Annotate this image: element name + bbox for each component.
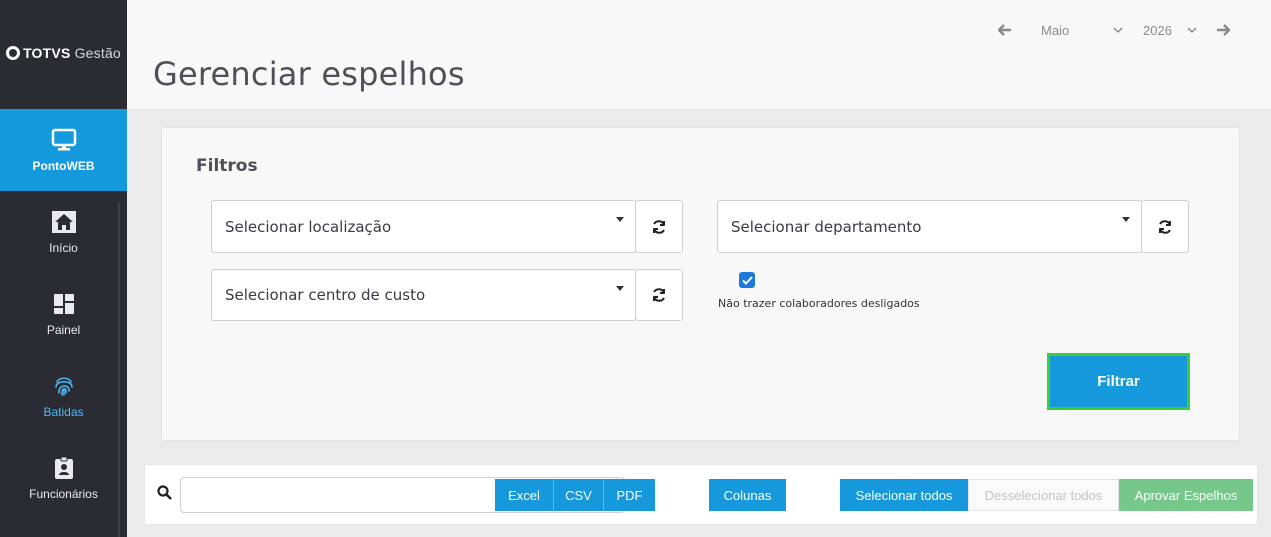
sidebar-item-painel[interactable]: Painel: [0, 273, 127, 355]
reset-department-button[interactable]: [1141, 200, 1189, 253]
sidebar-scrollbar[interactable]: [118, 203, 120, 537]
period-selector: Maio 2026: [997, 20, 1231, 40]
filters-card: Filtros Selecionar localização Seleciona…: [161, 127, 1240, 441]
location-select[interactable]: Selecionar localização: [211, 200, 636, 253]
refresh-icon: [653, 288, 665, 302]
reset-cost-center-button[interactable]: [635, 269, 683, 321]
table-toolbar: Excel CSV PDF Colunas Selecionar todos D…: [144, 464, 1258, 525]
caret-down-icon: [616, 286, 624, 291]
next-month-arrow-icon[interactable]: [1215, 20, 1231, 40]
checkmark-icon: [741, 275, 753, 285]
sidebar-item-label: Painel: [46, 323, 81, 337]
year-select[interactable]: 2026: [1129, 23, 1197, 38]
page-title: Gerenciar espelhos: [153, 55, 465, 93]
refresh-icon: [653, 219, 665, 234]
deselect-all-button[interactable]: Desselecionar todos: [968, 479, 1119, 511]
badge-icon: [51, 455, 77, 481]
sidebar-item-pontoweb[interactable]: PontoWEB: [0, 109, 127, 191]
export-csv-button[interactable]: CSV: [554, 479, 604, 511]
chevron-down-icon: [1187, 26, 1197, 33]
monitor-icon: [51, 127, 77, 153]
sidebar-item-label: Funcionários: [29, 487, 98, 501]
fingerprint-icon: [51, 373, 77, 399]
brand-logo[interactable]: TOTVS Gestão: [0, 0, 127, 109]
caret-down-icon: [1122, 217, 1130, 222]
export-excel-button[interactable]: Excel: [495, 479, 554, 511]
sidebar-item-batidas[interactable]: Batidas: [0, 355, 127, 437]
month-select[interactable]: Maio: [1019, 23, 1123, 38]
cost-center-select[interactable]: Selecionar centro de custo: [211, 269, 636, 321]
filters-title: Filtros: [196, 156, 258, 176]
export-pdf-button[interactable]: PDF: [604, 479, 655, 511]
dashboard-icon: [51, 291, 77, 317]
sidebar-item-label: PontoWEB: [32, 159, 95, 173]
search-icon: [157, 485, 172, 505]
exclude-dismissed-checkbox[interactable]: [739, 272, 755, 288]
home-icon: [51, 209, 77, 235]
totvs-logo-icon: [6, 45, 21, 60]
sidebar-item-funcionarios[interactable]: Funcionários: [0, 437, 127, 519]
sidebar-item-inicio[interactable]: Início: [0, 191, 127, 273]
reset-location-button[interactable]: [635, 200, 683, 253]
department-select[interactable]: Selecionar departamento: [717, 200, 1142, 253]
previous-month-arrow-icon[interactable]: [997, 20, 1013, 40]
refresh-icon: [1159, 219, 1171, 234]
sidebar: TOTVS Gestão PontoWEB Início Painel Bati…: [0, 0, 127, 537]
select-all-button[interactable]: Selecionar todos: [840, 479, 968, 511]
columns-button[interactable]: Colunas: [709, 479, 786, 511]
filter-button[interactable]: Filtrar: [1047, 353, 1190, 410]
chevron-down-icon: [1113, 26, 1123, 33]
page-header: Gerenciar espelhos Maio 2026: [127, 0, 1271, 109]
sidebar-item-label: Batidas: [43, 405, 84, 419]
exclude-dismissed-label: Não trazer colaboradores desligados: [718, 297, 920, 310]
approve-mirrors-button[interactable]: Aprovar Espelhos: [1119, 479, 1253, 511]
sidebar-item-label: Início: [49, 241, 78, 255]
caret-down-icon: [616, 217, 624, 222]
